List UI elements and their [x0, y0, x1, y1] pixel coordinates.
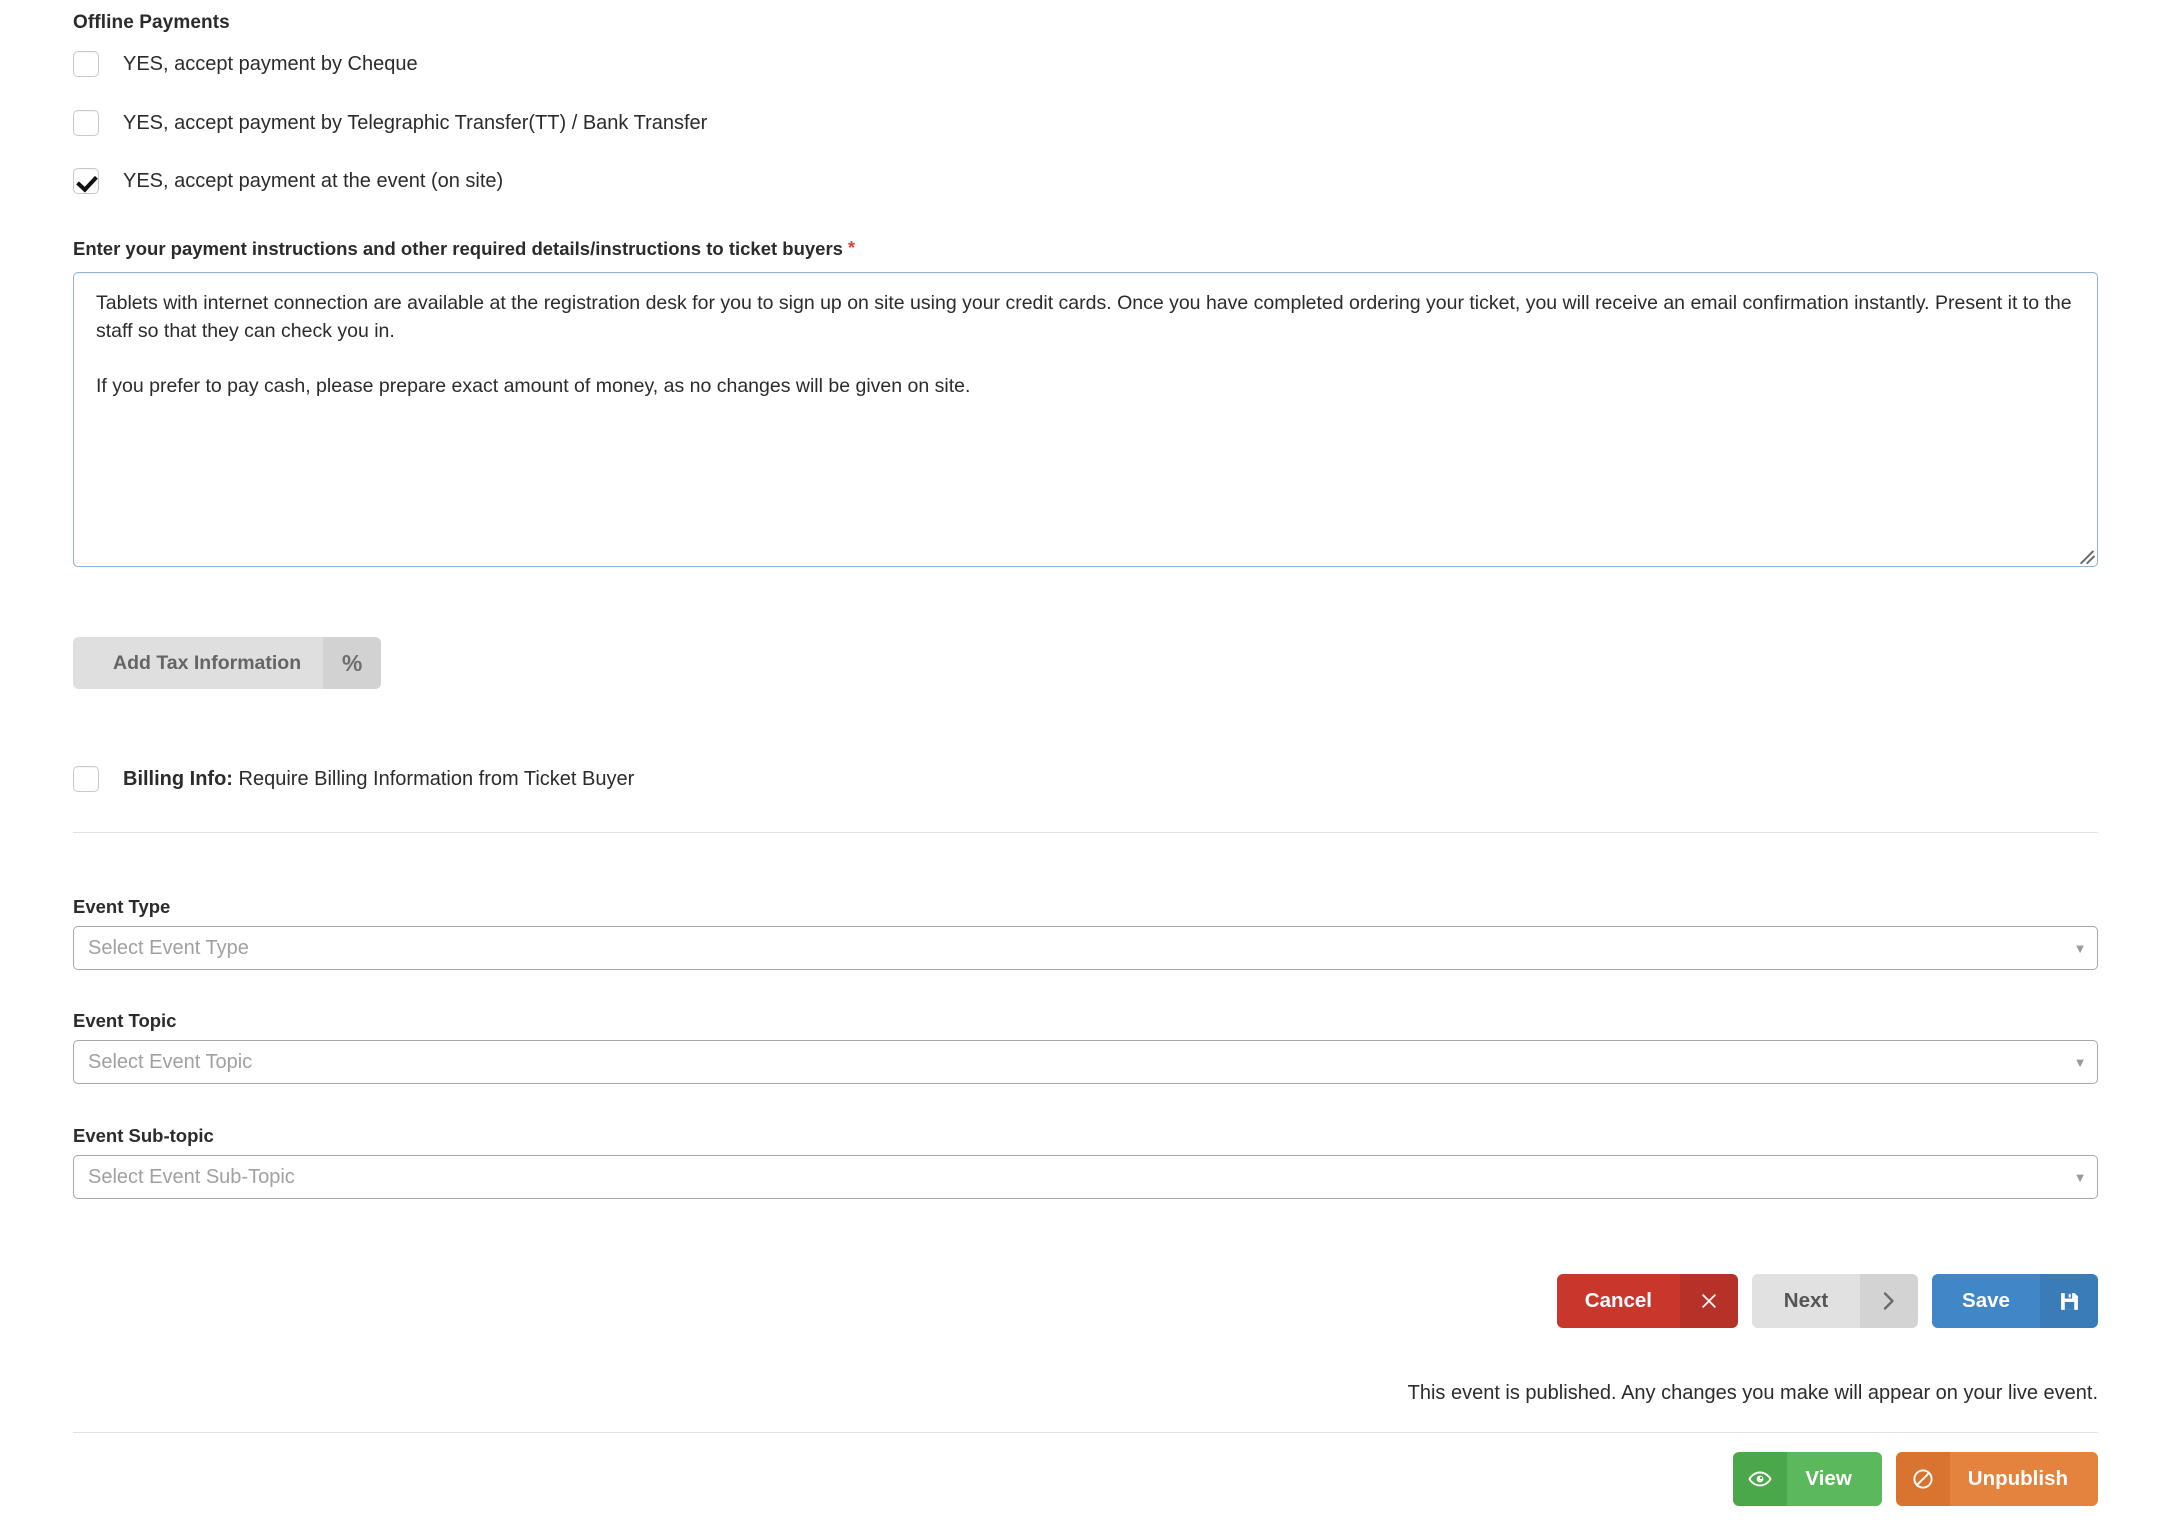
- form-actions: Cancel Next Save: [1556, 1274, 2098, 1328]
- checkbox-row-telegraphic-transfer[interactable]: YES, accept payment by Telegraphic Trans…: [73, 106, 707, 140]
- floppy-disk-icon: [2040, 1274, 2098, 1328]
- checkbox-telegraphic-transfer[interactable]: [73, 110, 99, 136]
- checkbox-label-on-site: YES, accept payment at the event (on sit…: [123, 169, 504, 192]
- chevron-right-icon: [1860, 1274, 1918, 1328]
- add-tax-information-label: Add Tax Information: [73, 637, 324, 689]
- payment-instructions-label-text: Enter your payment instructions and othe…: [73, 238, 843, 259]
- add-tax-information-button[interactable]: Add Tax Information %: [73, 637, 382, 689]
- save-button-label: Save: [1932, 1274, 2040, 1328]
- event-sub-topic-placeholder: Select Event Sub-Topic: [88, 1165, 295, 1188]
- chevron-down-icon: ▼: [2073, 1054, 2087, 1070]
- chevron-down-icon: ▼: [2073, 1169, 2087, 1185]
- event-topic-select[interactable]: Select Event Topic ▼: [73, 1040, 2098, 1084]
- ban-icon: [1895, 1452, 1950, 1506]
- checkbox-cheque[interactable]: [73, 51, 99, 77]
- event-topic-placeholder: Select Event Topic: [88, 1050, 253, 1073]
- publish-actions: View Unpublish: [1733, 1452, 2098, 1506]
- checkbox-label-telegraphic-transfer: YES, accept payment by Telegraphic Trans…: [123, 111, 708, 134]
- published-status-note: This event is published. Any changes you…: [1407, 1382, 2098, 1404]
- event-type-select[interactable]: Select Event Type ▼: [73, 926, 2098, 970]
- checkbox-on-site[interactable]: [73, 168, 99, 194]
- section-divider-bottom: [73, 1432, 2098, 1433]
- event-sub-topic-select[interactable]: Select Event Sub-Topic ▼: [73, 1155, 2098, 1199]
- next-button[interactable]: Next: [1752, 1274, 1918, 1328]
- checkbox-row-billing-info[interactable]: Billing Info: Require Billing Informatio…: [73, 762, 634, 796]
- cancel-button-label: Cancel: [1556, 1274, 1680, 1328]
- offline-payments-heading: Offline Payments: [73, 12, 230, 33]
- event-topic-label: Event Topic: [73, 1010, 177, 1031]
- required-asterisk: *: [847, 238, 855, 258]
- checkbox-label-cheque: YES, accept payment by Cheque: [123, 52, 418, 75]
- event-sub-topic-label: Event Sub-topic: [73, 1125, 214, 1146]
- view-button[interactable]: View: [1733, 1452, 1882, 1506]
- checkbox-label-billing-info: Billing Info: Require Billing Informatio…: [123, 768, 634, 791]
- event-type-placeholder: Select Event Type: [88, 936, 249, 959]
- section-divider-top: [73, 832, 2098, 833]
- billing-info-rest-label: Require Billing Information from Ticket …: [232, 767, 635, 790]
- cancel-button[interactable]: Cancel: [1556, 1274, 1738, 1328]
- billing-info-bold-label: Billing Info:: [123, 767, 233, 790]
- save-button[interactable]: Save: [1932, 1274, 2098, 1328]
- chevron-down-icon: ▼: [2073, 940, 2087, 956]
- percent-icon: %: [323, 637, 382, 689]
- payment-settings-page: Offline Payments YES, accept payment by …: [0, 0, 2170, 1526]
- unpublish-button[interactable]: Unpublish: [1895, 1452, 2098, 1506]
- checkbox-row-on-site[interactable]: YES, accept payment at the event (on sit…: [73, 164, 503, 198]
- unpublish-button-label: Unpublish: [1949, 1452, 2098, 1506]
- next-button-label: Next: [1752, 1274, 1860, 1328]
- checkbox-row-cheque[interactable]: YES, accept payment by Cheque: [73, 47, 418, 81]
- view-button-label: View: [1787, 1452, 1882, 1506]
- payment-instructions-textarea[interactable]: Tablets with internet connection are ava…: [73, 272, 2098, 567]
- event-type-label: Event Type: [73, 896, 171, 917]
- eye-icon: [1733, 1452, 1788, 1506]
- payment-instructions-label: Enter your payment instructions and othe…: [73, 238, 855, 260]
- checkbox-billing-info[interactable]: [73, 766, 99, 792]
- close-icon: [1680, 1274, 1738, 1328]
